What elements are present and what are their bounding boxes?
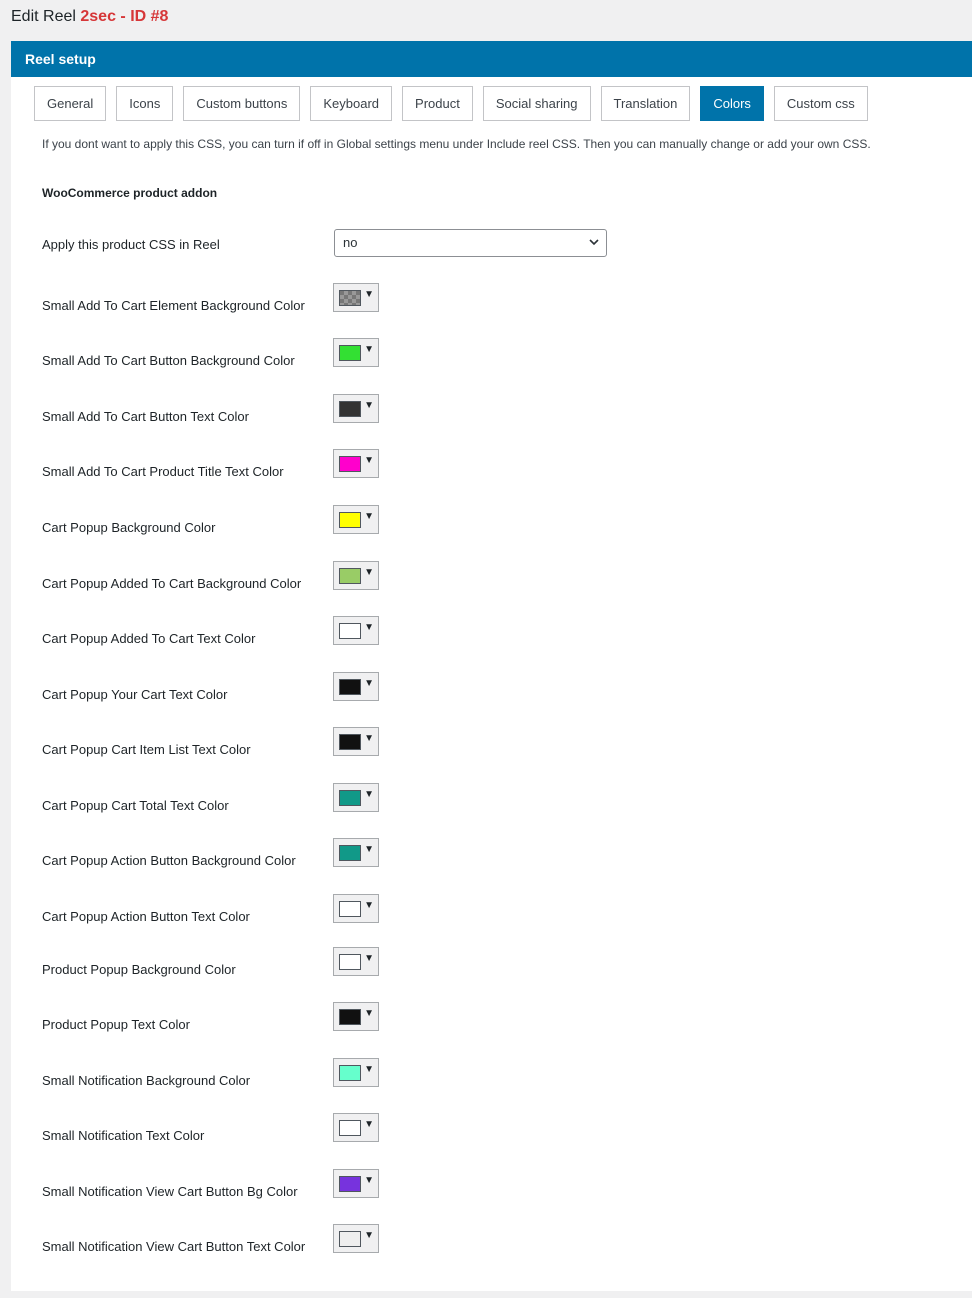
- color-picker-button[interactable]: ▼: [333, 894, 379, 923]
- color-setting-label: Small Add To Cart Element Background Col…: [42, 298, 305, 313]
- color-picker-button[interactable]: ▼: [333, 338, 379, 367]
- tab-custom-buttons[interactable]: Custom buttons: [183, 86, 301, 121]
- color-picker-button[interactable]: ▼: [333, 1224, 379, 1253]
- color-swatch: [339, 679, 361, 695]
- color-picker-button[interactable]: ▼: [333, 283, 379, 312]
- color-swatch: [339, 623, 361, 639]
- page-title-prefix: Edit Reel: [11, 8, 76, 25]
- color-picker-button[interactable]: ▼: [333, 783, 379, 812]
- color-setting-label: Cart Popup Action Button Background Colo…: [42, 853, 296, 868]
- triangle-down-icon: ▼: [364, 1230, 374, 1241]
- reel-setup-panel: Reel setup General Icons Custom buttons …: [11, 41, 972, 1291]
- color-setting-label: Small Add To Cart Product Title Text Col…: [42, 464, 284, 479]
- triangle-down-icon: ▼: [364, 733, 374, 744]
- panel-header: Reel setup: [11, 41, 972, 77]
- color-picker-button[interactable]: ▼: [333, 1113, 379, 1142]
- color-swatch: [339, 568, 361, 584]
- color-setting-label: Product Popup Background Color: [42, 962, 236, 977]
- color-swatch: [339, 1009, 361, 1025]
- reel-id: - ID #8: [120, 8, 169, 25]
- color-swatch: [339, 1065, 361, 1081]
- color-setting-label: Cart Popup Added To Cart Background Colo…: [42, 576, 302, 591]
- tab-bar: General Icons Custom buttons Keyboard Pr…: [34, 86, 868, 121]
- color-picker-button[interactable]: ▼: [333, 1169, 379, 1198]
- color-swatch: [339, 1120, 361, 1136]
- color-picker-button[interactable]: ▼: [333, 394, 379, 423]
- color-picker-button[interactable]: ▼: [333, 1002, 379, 1031]
- triangle-down-icon: ▼: [364, 1175, 374, 1186]
- color-picker-button[interactable]: ▼: [333, 838, 379, 867]
- color-swatch: [339, 901, 361, 917]
- apply-css-label: Apply this product CSS in Reel: [42, 237, 220, 252]
- color-swatch: [339, 1231, 361, 1247]
- color-setting-label: Cart Popup Cart Item List Text Color: [42, 742, 251, 757]
- color-setting-label: Small Notification View Cart Button Text…: [42, 1239, 306, 1254]
- triangle-down-icon: ▼: [364, 622, 374, 633]
- color-swatch: [339, 790, 361, 806]
- color-picker-button[interactable]: ▼: [333, 505, 379, 534]
- triangle-down-icon: ▼: [364, 1119, 374, 1130]
- triangle-down-icon: ▼: [364, 789, 374, 800]
- color-picker-button[interactable]: ▼: [333, 561, 379, 590]
- color-setting-label: Cart Popup Action Button Text Color: [42, 909, 250, 924]
- section-title: WooCommerce product addon: [42, 186, 218, 200]
- color-picker-button[interactable]: ▼: [333, 727, 379, 756]
- triangle-down-icon: ▼: [364, 953, 374, 964]
- color-swatch: [339, 345, 361, 361]
- triangle-down-icon: ▼: [364, 900, 374, 911]
- triangle-down-icon: ▼: [364, 455, 374, 466]
- color-picker-button[interactable]: ▼: [333, 947, 379, 976]
- tab-keyboard[interactable]: Keyboard: [310, 86, 393, 121]
- triangle-down-icon: ▼: [364, 844, 374, 855]
- color-swatch: [339, 954, 361, 970]
- tab-translation[interactable]: Translation: [600, 86, 691, 121]
- color-swatch: [339, 456, 361, 472]
- color-swatch: [339, 734, 361, 750]
- color-picker-button[interactable]: ▼: [333, 449, 379, 478]
- tab-general[interactable]: General: [34, 86, 107, 121]
- page-title: Edit Reel 2sec - ID #8: [11, 6, 168, 28]
- css-notice: If you dont want to apply this CSS, you …: [42, 137, 871, 151]
- color-setting-label: Small Notification View Cart Button Bg C…: [42, 1184, 298, 1199]
- color-setting-label: Cart Popup Added To Cart Text Color: [42, 631, 256, 646]
- triangle-down-icon: ▼: [364, 567, 374, 578]
- color-setting-label: Cart Popup Your Cart Text Color: [42, 687, 228, 702]
- triangle-down-icon: ▼: [364, 289, 374, 300]
- tab-social-sharing[interactable]: Social sharing: [482, 86, 591, 121]
- apply-css-value: no: [343, 235, 358, 250]
- color-setting-label: Small Add To Cart Button Text Color: [42, 409, 249, 424]
- color-picker-button[interactable]: ▼: [333, 1058, 379, 1087]
- color-swatch: [339, 512, 361, 528]
- triangle-down-icon: ▼: [364, 344, 374, 355]
- color-picker-button[interactable]: ▼: [333, 672, 379, 701]
- color-setting-label: Cart Popup Cart Total Text Color: [42, 798, 229, 813]
- color-setting-label: Cart Popup Background Color: [42, 520, 216, 535]
- tab-custom-css[interactable]: Custom css: [773, 86, 868, 121]
- triangle-down-icon: ▼: [364, 1008, 374, 1019]
- triangle-down-icon: ▼: [364, 1064, 374, 1075]
- color-setting-label: Small Notification Background Color: [42, 1073, 251, 1088]
- color-swatch: [339, 1176, 361, 1192]
- triangle-down-icon: ▼: [364, 400, 374, 411]
- color-swatch: [339, 845, 361, 861]
- reel-name: 2sec: [80, 8, 116, 25]
- color-swatch: [339, 290, 361, 306]
- tab-colors[interactable]: Colors: [700, 86, 764, 121]
- color-picker-button[interactable]: ▼: [333, 616, 379, 645]
- color-setting-label: Small Add To Cart Button Background Colo…: [42, 353, 295, 368]
- chevron-down-icon: [588, 230, 600, 265]
- tab-icons[interactable]: Icons: [116, 86, 174, 121]
- apply-css-select[interactable]: no: [334, 229, 607, 257]
- color-setting-label: Product Popup Text Color: [42, 1017, 190, 1032]
- triangle-down-icon: ▼: [364, 511, 374, 522]
- color-swatch: [339, 401, 361, 417]
- triangle-down-icon: ▼: [364, 678, 374, 689]
- tab-product[interactable]: Product: [402, 86, 473, 121]
- color-setting-label: Small Notification Text Color: [42, 1128, 205, 1143]
